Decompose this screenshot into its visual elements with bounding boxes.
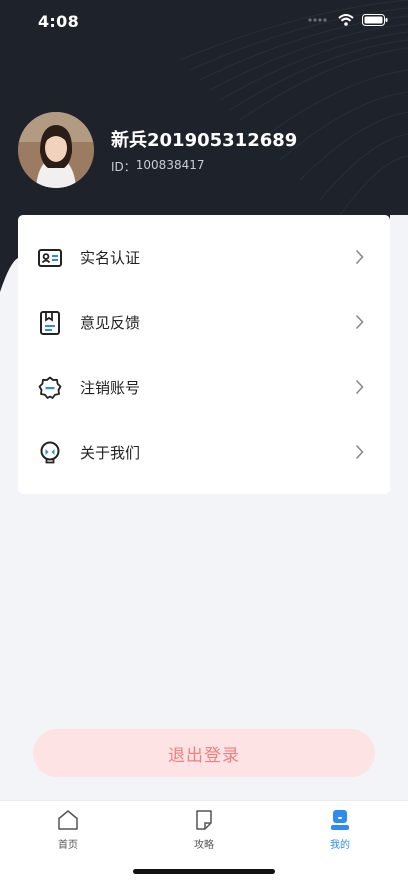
profile-icon bbox=[331, 810, 349, 830]
menu-item-label: 关于我们 bbox=[80, 444, 141, 462]
chevron-right-icon bbox=[355, 379, 364, 395]
user-id-label: ID： bbox=[111, 159, 136, 174]
menu-item-label: 注销账号 bbox=[80, 379, 141, 397]
menu-item-real-name[interactable]: 实名认证 bbox=[18, 225, 390, 290]
chevron-right-icon bbox=[355, 249, 364, 265]
lightbulb-icon bbox=[38, 441, 62, 465]
profile-section[interactable]: 新兵201905312689 ID： 100838417 bbox=[18, 112, 297, 188]
battery-icon bbox=[362, 14, 388, 26]
menu-item-feedback[interactable]: 意见反馈 bbox=[18, 290, 390, 355]
status-time: 4:08 bbox=[38, 12, 79, 31]
avatar-image bbox=[18, 112, 94, 188]
menu-card: 实名认证 意见反馈 注销账号 关于我们 bbox=[18, 215, 390, 494]
badge-minus-icon bbox=[38, 376, 62, 400]
signal-icon bbox=[308, 18, 327, 22]
home-icon bbox=[58, 810, 78, 830]
chevron-right-icon bbox=[355, 314, 364, 330]
tab-home[interactable]: 首页 bbox=[28, 809, 108, 851]
tab-mine[interactable]: 我的 bbox=[300, 809, 380, 851]
menu-item-label: 意见反馈 bbox=[80, 314, 141, 332]
home-indicator bbox=[133, 869, 275, 874]
id-card-icon bbox=[38, 246, 62, 270]
username: 新兵201905312689 bbox=[111, 129, 298, 151]
status-bar: 4:08 bbox=[0, 0, 408, 44]
tab-label: 攻略 bbox=[194, 840, 214, 851]
profile-info: 新兵201905312689 ID： 100838417 bbox=[111, 126, 297, 175]
user-id: ID： 100838417 bbox=[111, 158, 297, 175]
chevron-right-icon bbox=[355, 444, 364, 460]
menu-item-about-us[interactable]: 关于我们 bbox=[18, 420, 390, 485]
menu-item-label: 实名认证 bbox=[80, 249, 141, 267]
guide-note-icon bbox=[196, 810, 212, 830]
wifi-icon bbox=[338, 14, 354, 26]
status-icons bbox=[308, 14, 388, 26]
tab-guide[interactable]: 攻略 bbox=[164, 809, 244, 851]
user-id-value: 100838417 bbox=[135, 157, 205, 172]
avatar[interactable] bbox=[18, 112, 94, 188]
tab-label: 首页 bbox=[58, 840, 78, 851]
feedback-book-icon bbox=[38, 310, 62, 335]
menu-item-delete-account[interactable]: 注销账号 bbox=[18, 355, 390, 420]
logout-button[interactable]: 退出登录 bbox=[33, 729, 375, 777]
tab-label: 我的 bbox=[330, 840, 350, 851]
